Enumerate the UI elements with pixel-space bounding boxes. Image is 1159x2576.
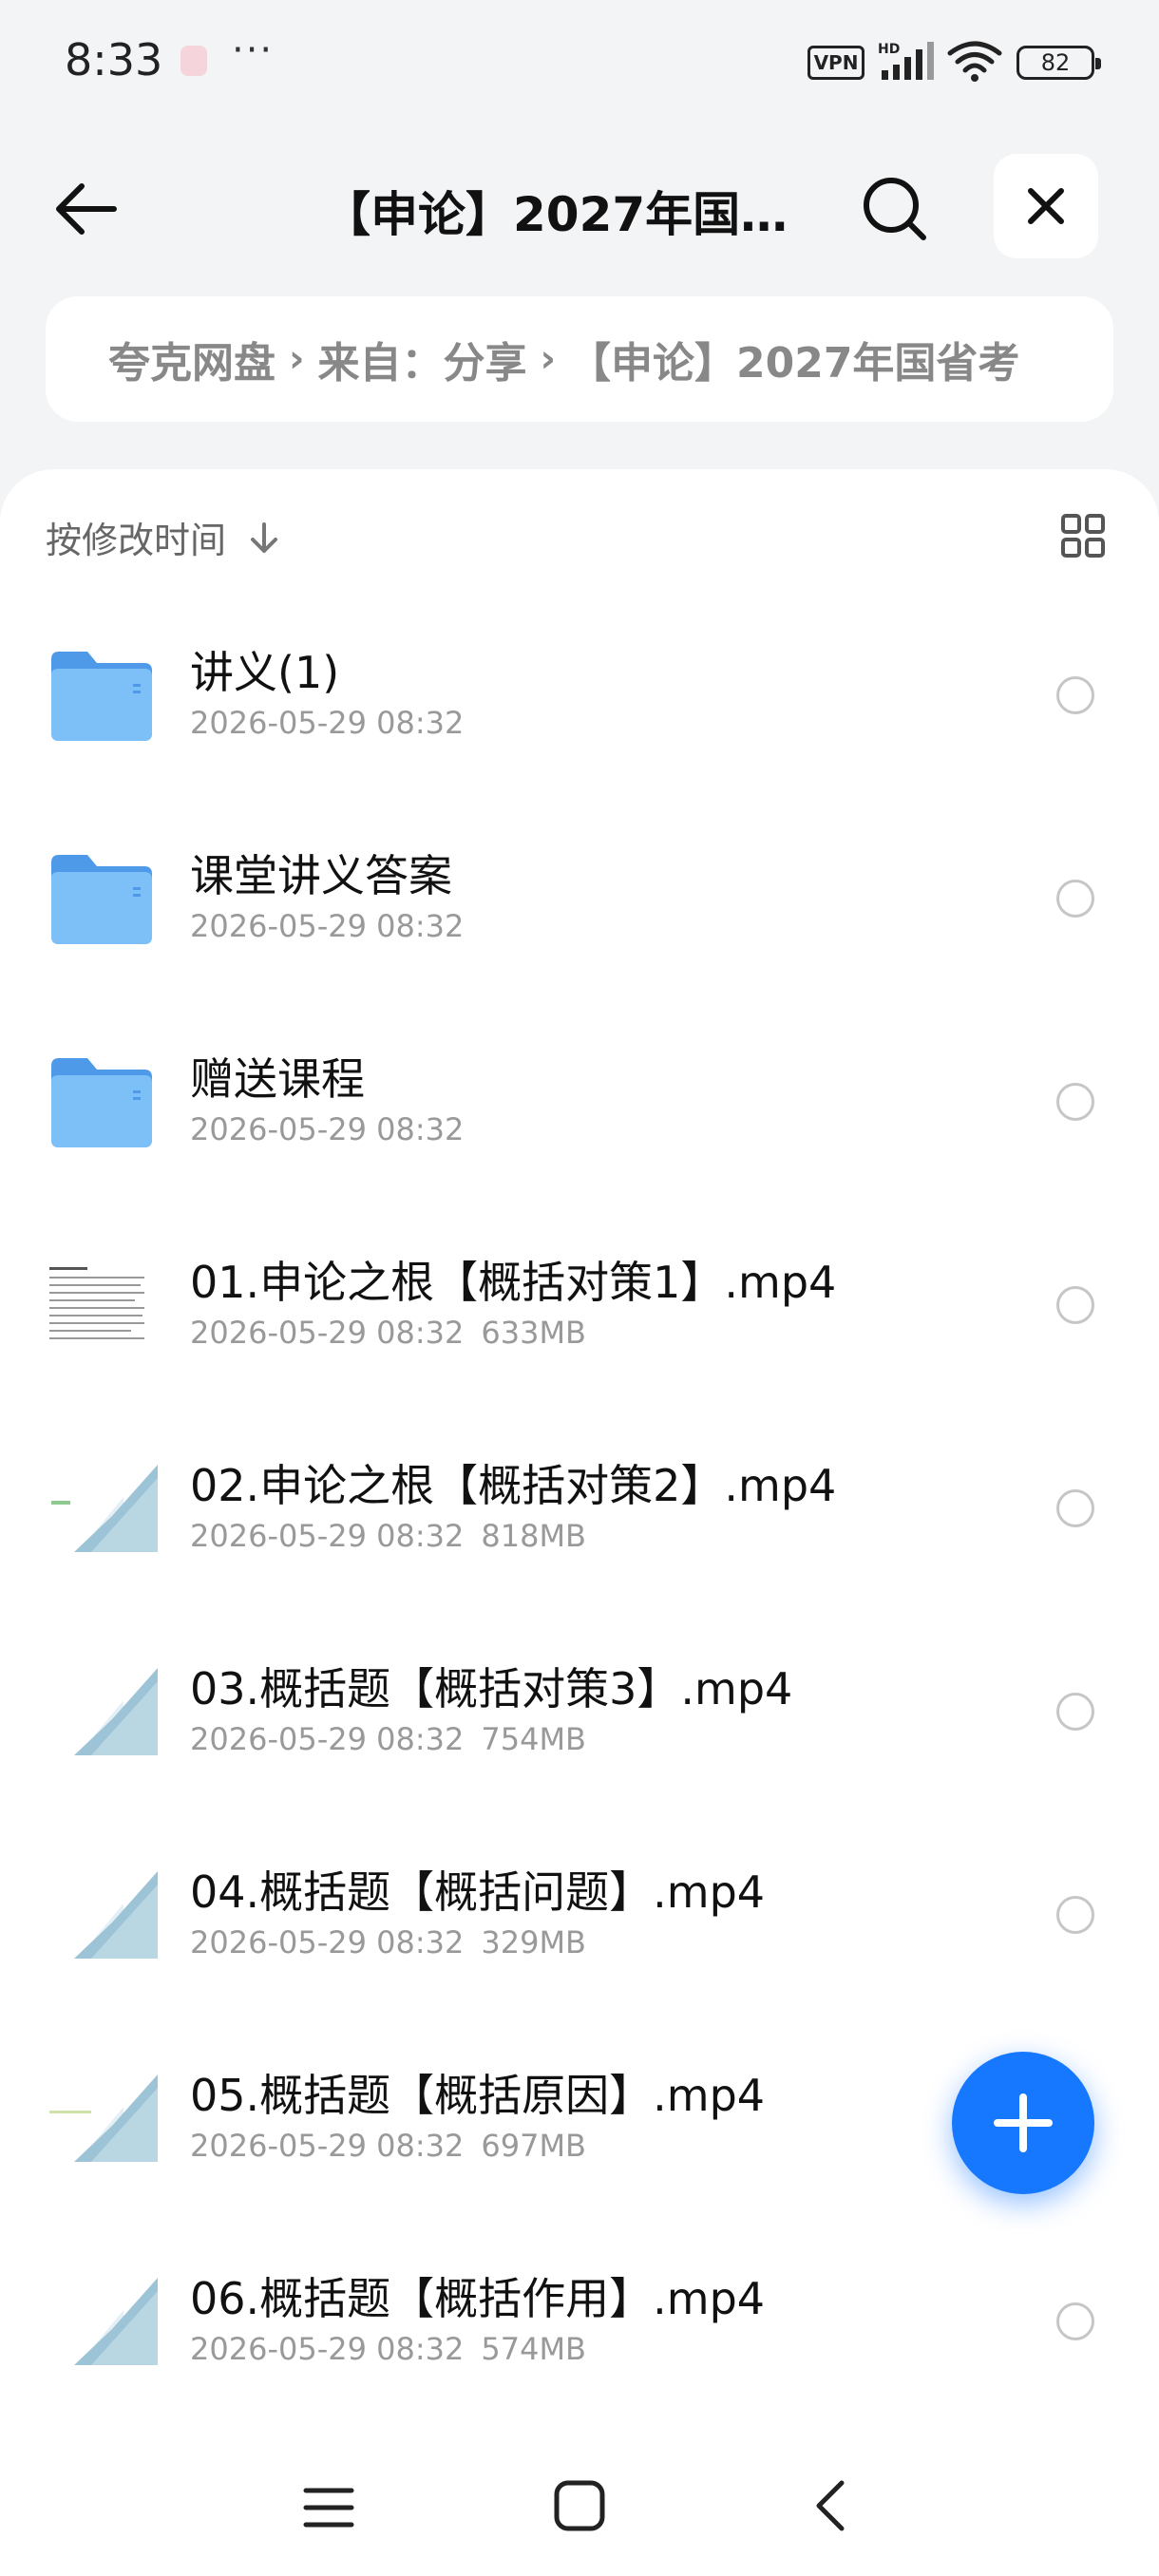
select-radio[interactable] [1056, 1083, 1094, 1121]
file-meta: 2026-05-29 08:32 633MB [190, 1315, 586, 1351]
file-meta: 2026-05-29 08:32 697MB [190, 2128, 586, 2164]
list-item[interactable]: 赠送课程 2026-05-29 08:32 [0, 1005, 1159, 1208]
plus-icon [994, 2093, 1053, 2152]
folder-icon [51, 1058, 152, 1147]
file-meta: 2026-05-29 08:32 [190, 908, 464, 944]
nav-back-icon[interactable] [804, 2475, 861, 2536]
add-button[interactable] [952, 2052, 1094, 2194]
file-date: 2026-05-29 08:32 [190, 1111, 465, 1147]
chevron-right-icon: › [289, 337, 305, 381]
file-size: 818MB [481, 1518, 586, 1554]
file-meta: 2026-05-29 08:32 329MB [190, 1924, 586, 1960]
chevron-right-icon: › [540, 337, 556, 381]
breadcrumb: 夸克网盘 › 来自：分享 › 【申论】2027年国省考 [46, 296, 1113, 422]
select-radio[interactable] [1056, 1286, 1094, 1324]
list-item[interactable]: 02.申论之根【概括对策2】.mp4 2026-05-29 08:32 818MB [0, 1411, 1159, 1615]
file-meta: 2026-05-29 08:32 754MB [190, 1721, 586, 1757]
select-radio[interactable] [1056, 1489, 1094, 1527]
grid-view-icon[interactable] [1060, 513, 1106, 559]
list-item[interactable]: 01.申论之根【概括对策1】.mp4 2026-05-29 08:32 633MB [0, 1208, 1159, 1411]
video-thumbnail-icon [46, 1668, 158, 1755]
svg-text:HD: HD [878, 42, 900, 57]
breadcrumb-item-root[interactable]: 夸克网盘 [108, 329, 276, 389]
file-size: 697MB [481, 2128, 586, 2164]
file-date: 2026-05-29 08:32 [190, 1518, 465, 1554]
system-nav-bar [0, 2443, 1159, 2576]
status-time: 8:33 [65, 34, 163, 85]
file-date: 2026-05-29 08:32 [190, 1721, 465, 1757]
file-size: 574MB [481, 2331, 586, 2367]
file-date: 2026-05-29 08:32 [190, 2331, 465, 2367]
file-date: 2026-05-29 08:32 [190, 908, 465, 944]
signal-icon: HD [878, 42, 934, 80]
breadcrumb-item-share[interactable]: 来自：分享 [317, 329, 526, 389]
close-button[interactable] [994, 154, 1098, 258]
folder-icon [51, 855, 152, 944]
document-thumbnail-icon [46, 1261, 158, 1354]
select-radio[interactable] [1056, 2302, 1094, 2340]
file-name: 02.申论之根【概括对策2】.mp4 [190, 1460, 837, 1511]
breadcrumb-item-current[interactable]: 【申论】2027年国省考 [569, 329, 1019, 389]
select-radio[interactable] [1056, 1693, 1094, 1731]
sort-button[interactable]: 按修改时间 [46, 511, 283, 563]
vpn-icon: VPN [808, 46, 864, 80]
file-name: 06.概括题【概括作用】.mp4 [190, 2273, 766, 2324]
file-size: 633MB [481, 1315, 586, 1351]
video-thumbnail-icon [46, 1871, 158, 1959]
file-name: 课堂讲义答案 [190, 850, 452, 901]
select-radio[interactable] [1056, 880, 1094, 918]
file-name: 03.概括题【概括对策3】.mp4 [190, 1663, 793, 1714]
top-bar: 【申论】2027年国… [0, 142, 1159, 266]
file-date: 2026-05-29 08:32 [190, 2128, 465, 2164]
file-size: 754MB [481, 1721, 586, 1757]
select-radio[interactable] [1056, 1896, 1094, 1934]
list-item[interactable]: 06.概括题【概括作用】.mp4 2026-05-29 08:32 574MB [0, 2225, 1159, 2428]
file-name: 赠送课程 [190, 1053, 365, 1105]
file-date: 2026-05-29 08:32 [190, 1315, 465, 1351]
file-name: 04.概括题【概括问题】.mp4 [190, 1866, 766, 1918]
sort-label: 按修改时间 [46, 520, 227, 561]
menu-icon[interactable] [300, 2479, 357, 2536]
list-item[interactable]: 03.概括题【概括对策3】.mp4 2026-05-29 08:32 754MB [0, 1615, 1159, 1818]
arrow-left-icon[interactable] [48, 171, 124, 247]
battery-icon: 82 [1016, 46, 1101, 80]
app-notification-icon [180, 46, 207, 76]
list-item[interactable]: 课堂讲义答案 2026-05-29 08:32 [0, 802, 1159, 1005]
close-icon [1028, 188, 1064, 224]
video-thumbnail-icon [46, 1465, 158, 1552]
more-notifications-icon: ··· [232, 28, 275, 72]
file-size: 329MB [481, 1924, 586, 1960]
video-thumbnail-icon [46, 2074, 158, 2162]
file-name: 01.申论之根【概括对策1】.mp4 [190, 1257, 837, 1308]
arrow-down-icon [251, 521, 278, 553]
page-title: 【申论】2027年国… [323, 187, 788, 242]
file-list-panel: 按修改时间 讲义(1) 2026-05-29 08:32 课堂讲义答案 2026… [0, 469, 1159, 2576]
status-bar: 8:33 ··· VPN HD 82 [0, 0, 1159, 123]
file-meta: 2026-05-29 08:32 574MB [190, 2331, 586, 2367]
wifi-icon [947, 41, 1002, 82]
list-item[interactable]: 讲义(1) 2026-05-29 08:32 [0, 598, 1159, 802]
file-meta: 2026-05-29 08:32 [190, 1111, 464, 1147]
folder-icon [51, 652, 152, 741]
home-icon[interactable] [549, 2475, 610, 2536]
file-name: 讲义(1) [190, 647, 340, 698]
select-radio[interactable] [1056, 676, 1094, 714]
video-thumbnail-icon [46, 2278, 158, 2365]
file-meta: 2026-05-29 08:32 [190, 705, 464, 741]
file-date: 2026-05-29 08:32 [190, 1924, 465, 1960]
list-item[interactable]: 04.概括题【概括问题】.mp4 2026-05-29 08:32 329MB [0, 1818, 1159, 2021]
file-date: 2026-05-29 08:32 [190, 705, 465, 741]
search-icon[interactable] [859, 173, 931, 245]
file-name: 05.概括题【概括原因】.mp4 [190, 2070, 766, 2121]
file-meta: 2026-05-29 08:32 818MB [190, 1518, 586, 1554]
